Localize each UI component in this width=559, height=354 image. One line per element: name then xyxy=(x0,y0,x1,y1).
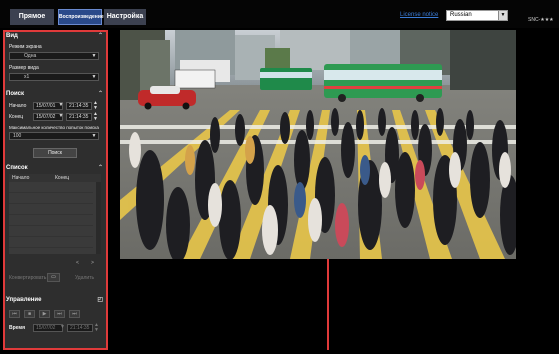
start-label: Начало xyxy=(9,103,27,109)
language-value: Russian xyxy=(450,12,472,18)
control-time-field[interactable]: 21:14:35 xyxy=(67,324,93,332)
control-section-title: Управление xyxy=(6,297,42,303)
view-size-label: Размер вида xyxy=(9,65,39,71)
search-section-title: Поиск xyxy=(6,91,25,97)
max-attempts-value: 100 xyxy=(13,133,22,139)
delete-button[interactable]: Удалить xyxy=(75,275,94,281)
view-size-select[interactable]: x1 ▼ xyxy=(9,73,99,81)
play-icon[interactable]: ▶ xyxy=(39,310,50,318)
calendar-dropdown-icon[interactable]: ▼ xyxy=(59,324,66,332)
fast-forward-icon[interactable]: ⏭ xyxy=(54,310,65,318)
screen-mode-label: Режим экрана xyxy=(9,44,42,50)
view-section-title: Вид xyxy=(6,33,18,39)
license-notice-link[interactable]: License notice xyxy=(400,12,438,18)
next-page-button[interactable]: > xyxy=(88,260,97,268)
tab-live[interactable]: Прямое xyxy=(10,9,54,25)
end-label: Конец xyxy=(9,114,24,120)
table-row[interactable] xyxy=(9,237,93,248)
time-label: Время xyxy=(9,325,25,331)
table-scrollbar[interactable] xyxy=(96,182,101,254)
control-section-header[interactable]: Управление ◰ xyxy=(3,296,106,304)
screen-mode-select[interactable]: Одна ▼ xyxy=(9,52,99,60)
list-section-title: Список xyxy=(6,165,28,171)
left-panel: Вид ⌃ Режим экрана Одна ▼ Размер вида x1… xyxy=(3,30,106,350)
stop-icon[interactable]: ■ xyxy=(24,310,35,318)
search-button[interactable]: Поиск xyxy=(33,148,77,158)
table-row[interactable] xyxy=(9,182,93,193)
convert-button[interactable]: Конвертировать xyxy=(9,275,46,281)
column-start: Начало xyxy=(12,175,30,181)
table-row[interactable] xyxy=(9,193,93,204)
folder-icon[interactable]: ▭ xyxy=(47,273,60,282)
list-section-header[interactable]: Список ⌃ xyxy=(3,164,106,172)
end-time-field[interactable]: 21:14:35 xyxy=(66,113,92,121)
top-bar: Прямое Воспроизведение Настройка License… xyxy=(0,0,559,28)
max-attempts-select[interactable]: 100 ▼ xyxy=(9,132,99,140)
screen-mode-value: Одна xyxy=(24,53,37,59)
start-time-field[interactable]: 21:14:35 xyxy=(66,102,92,110)
tab-setup[interactable]: Настройка xyxy=(104,9,146,25)
skip-start-icon[interactable]: ⏮ xyxy=(9,310,20,318)
time-spinner-icon[interactable]: ▲ ▼ xyxy=(93,323,100,333)
annotation-border-left xyxy=(3,30,5,350)
table-header: Начало Конец xyxy=(9,174,101,182)
annotation-border-top xyxy=(3,30,108,32)
chevron-down-icon: ▼ xyxy=(91,133,97,139)
time-spinner-icon[interactable]: ▲ ▼ xyxy=(92,101,99,111)
calendar-dropdown-icon[interactable]: ▼ xyxy=(57,113,65,121)
video-view[interactable] xyxy=(120,30,516,259)
chevron-down-icon: ▼ xyxy=(498,11,507,20)
collapse-icon[interactable]: ⌃ xyxy=(95,32,103,40)
chevron-down-icon: ▼ xyxy=(91,74,97,80)
chevron-down-icon: ▼ xyxy=(91,53,97,59)
calendar-dropdown-icon[interactable]: ▼ xyxy=(57,102,65,110)
collapse-icon[interactable]: ⌃ xyxy=(95,90,103,98)
annotation-line xyxy=(327,259,329,350)
recordings-table[interactable]: Начало Конец xyxy=(9,174,101,254)
camera-image xyxy=(120,30,516,259)
max-attempts-label: Максимальное количество попыток поиска xyxy=(9,125,99,130)
view-section-header[interactable]: Вид ⌃ xyxy=(3,32,106,40)
annotation-border-bottom xyxy=(3,348,108,350)
view-size-value: x1 xyxy=(24,74,30,80)
table-row[interactable] xyxy=(9,226,93,237)
app-window: Прямое Воспроизведение Настройка License… xyxy=(0,0,559,354)
prev-page-button[interactable]: < xyxy=(73,260,82,268)
column-end: Конец xyxy=(55,175,70,181)
search-section-header[interactable]: Поиск ⌃ xyxy=(3,90,106,98)
table-row[interactable] xyxy=(9,204,93,215)
language-select[interactable]: Russian ▼ xyxy=(446,10,508,21)
snapshot-icon[interactable]: ◰ xyxy=(94,296,103,304)
time-spinner-icon[interactable]: ▲ ▼ xyxy=(92,112,99,122)
table-row[interactable] xyxy=(9,215,93,226)
model-name: SNC-★★★ xyxy=(528,17,554,23)
skip-end-icon[interactable]: ⏭ xyxy=(69,310,80,318)
tab-playback[interactable]: Воспроизведение xyxy=(58,9,104,25)
annotation-border-right xyxy=(106,30,108,350)
collapse-icon[interactable]: ⌃ xyxy=(95,164,103,172)
